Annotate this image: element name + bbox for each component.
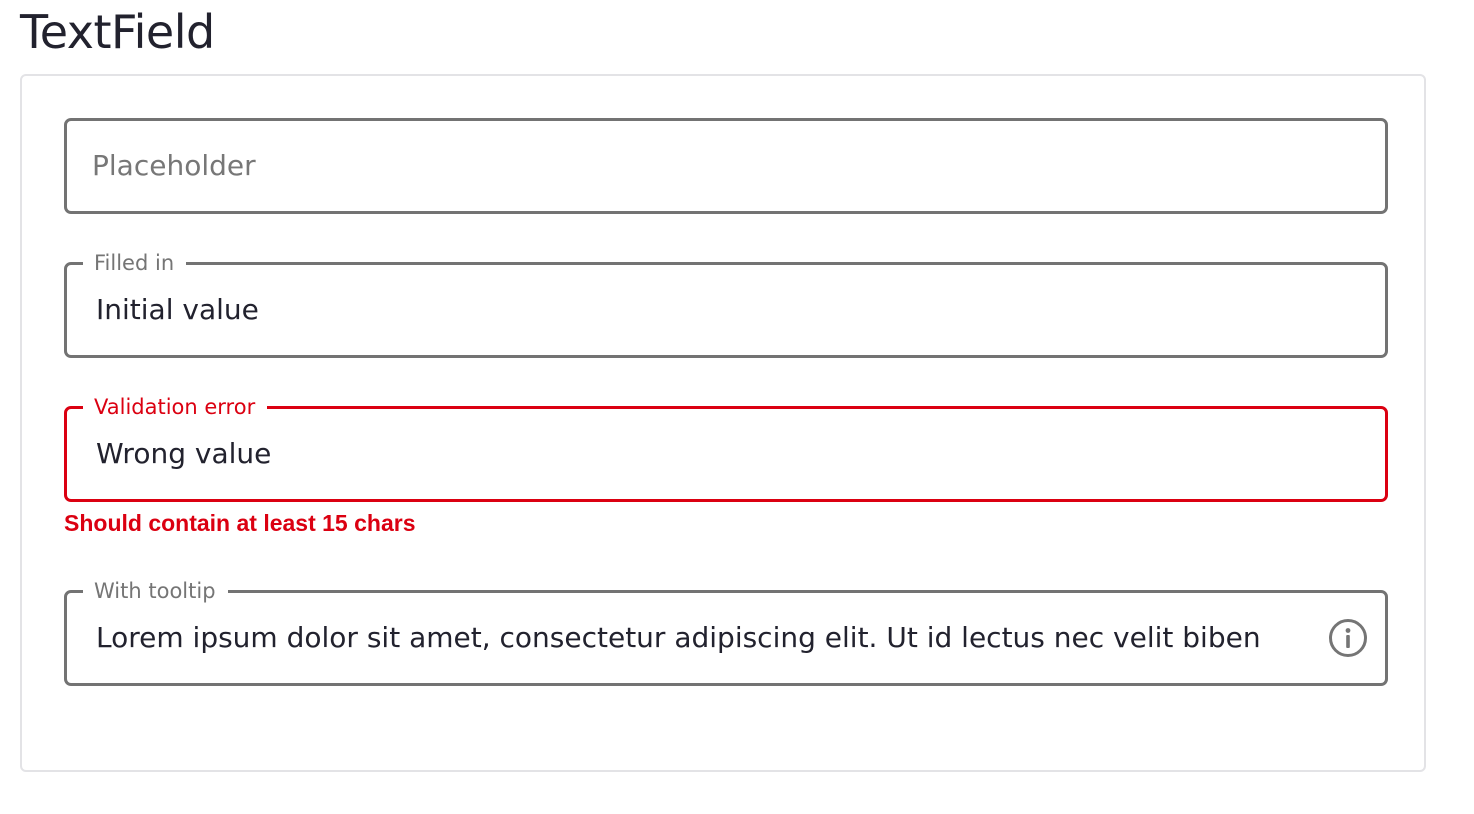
validation-error-message: Should contain at least 15 chars — [64, 510, 416, 536]
filled-in-text-field[interactable]: Filled in — [64, 251, 1388, 358]
with-tooltip-input[interactable] — [96, 619, 1319, 657]
textfield-demo-card: Filled in Validation error Should contai… — [20, 74, 1426, 772]
filled-in-label: Filled in — [83, 251, 187, 275]
with-tooltip-label: With tooltip — [83, 579, 228, 603]
tooltip-text-field[interactable]: With tooltip — [64, 579, 1388, 686]
validation-error-label: Validation error — [83, 395, 268, 419]
placeholder-text-field[interactable] — [64, 118, 1388, 214]
page-title: TextField — [20, 5, 215, 59]
validation-error-input[interactable] — [96, 435, 1319, 473]
filled-in-input[interactable] — [96, 291, 1319, 329]
validation-error-text-field[interactable]: Validation error — [64, 395, 1388, 502]
placeholder-input[interactable] — [92, 147, 1319, 185]
info-icon[interactable] — [1328, 618, 1368, 658]
